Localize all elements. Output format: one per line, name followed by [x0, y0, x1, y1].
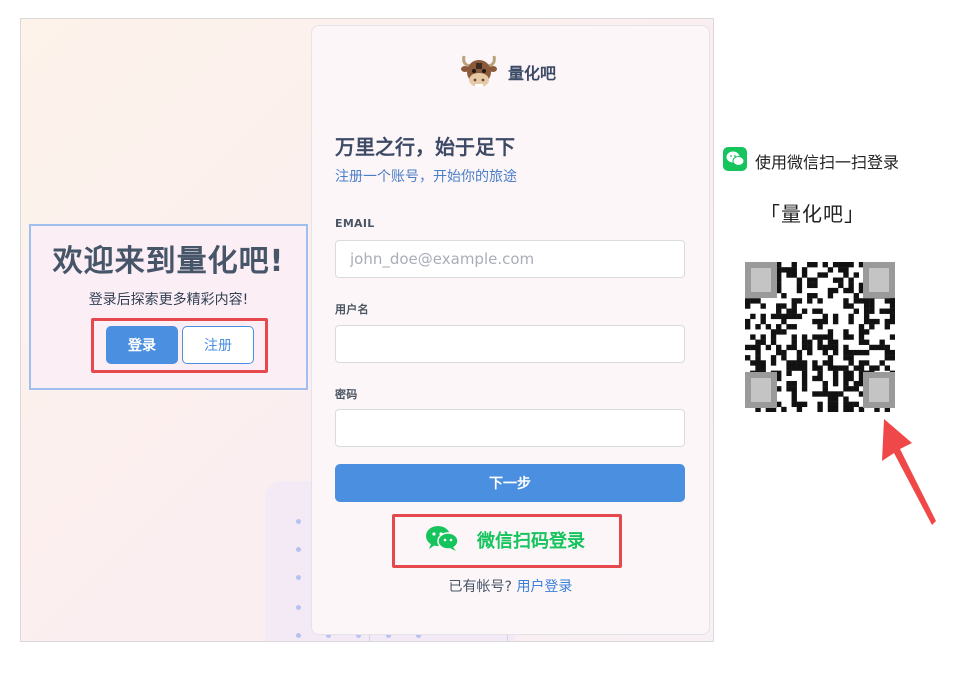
welcome-subtitle: 登录后探索更多精彩内容! — [88, 292, 249, 308]
email-label: EMAIL — [335, 217, 375, 230]
wechat-login-button[interactable]: 微信扫码登录 — [425, 520, 585, 560]
register-button[interactable]: 注册 — [182, 326, 254, 364]
page-subhead: 注册一个账号，开始你的旅途 — [335, 169, 517, 185]
email-field[interactable] — [335, 240, 685, 278]
login-prompt: 已有帐号? 用户登录 — [312, 576, 709, 596]
bull-logo-icon — [460, 50, 498, 94]
login-prompt-text: 已有帐号? — [448, 579, 512, 595]
welcome-card: 欢迎来到量化吧! 登录后探索更多精彩内容! 登录 注册 — [29, 224, 308, 390]
password-field[interactable] — [335, 409, 685, 447]
qr-code-icon[interactable] — [745, 262, 895, 412]
brand-name: 量化吧 — [508, 64, 557, 83]
qr-header-text: 使用微信扫一扫登录 — [755, 153, 900, 172]
welcome-title: 欢迎来到量化吧! — [52, 244, 285, 279]
wechat-login-label: 微信扫码登录 — [477, 531, 585, 552]
brand: 量化吧 — [460, 51, 556, 93]
username-field[interactable] — [335, 325, 685, 363]
password-label: 密码 — [335, 388, 358, 401]
login-button[interactable]: 登录 — [106, 326, 178, 364]
user-login-link[interactable]: 用户登录 — [516, 579, 572, 595]
screenshot-root: 欢迎来到量化吧! 登录后探索更多精彩内容! 登录 注册 量化吧 万里之行，始于足… — [0, 0, 961, 689]
wechat-icon — [723, 147, 747, 175]
qr-title: 「量化吧」 — [760, 202, 865, 226]
qr-header: 使用微信扫一扫登录 — [723, 147, 899, 175]
wechat-icon — [425, 525, 459, 555]
username-label: 用户名 — [335, 303, 369, 316]
page-headline: 万里之行，始于足下 — [335, 135, 515, 159]
signup-panel: 量化吧 万里之行，始于足下 注册一个账号，开始你的旅途 EMAIL 用户名 密码… — [311, 25, 710, 635]
next-button[interactable]: 下一步 — [335, 464, 685, 502]
arrow-annotation-icon — [882, 419, 936, 525]
